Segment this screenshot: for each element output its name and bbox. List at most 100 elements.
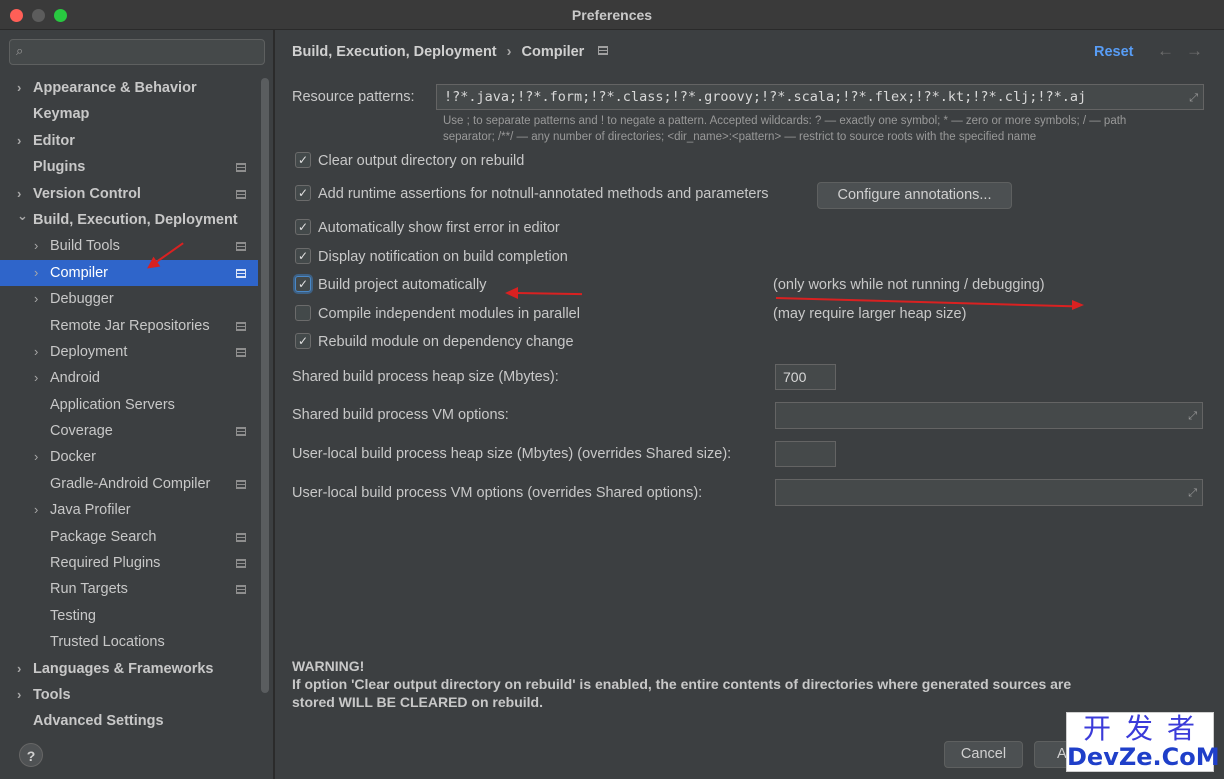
build-automatically-note: (only works while not running / debuggin… <box>773 277 1045 293</box>
expand-icon[interactable]: ⤢ <box>1188 409 1197 423</box>
chevron-right-icon[interactable]: › <box>34 260 38 286</box>
breadcrumb: Build, Execution, Deployment › Compiler <box>292 44 609 60</box>
sidebar-item-coverage[interactable]: Coverage <box>0 418 258 444</box>
sidebar-item-build-execution-deployment[interactable]: ⌄ Build, Execution, Deployment <box>0 207 258 233</box>
sidebar-item-package-search[interactable]: Package Search <box>0 524 258 550</box>
arrow-right-icon[interactable]: → <box>1186 41 1203 61</box>
settings-tree: › Appearance & Behavior Keymap › Editor Plugi… <box>0 75 258 735</box>
sidebar-scrollbar[interactable] <box>261 78 269 693</box>
sidebar-item-label: Testing <box>50 607 96 624</box>
build-automatically-label: Build project automatically <box>318 277 487 293</box>
sidebar-item-keymap[interactable]: Keymap <box>0 101 258 127</box>
resource-patterns-input[interactable]: !?*.java;!?*.form;!?*.class;!?*.groovy;!… <box>436 84 1204 110</box>
sidebar-item-android[interactable]: › Android <box>0 365 258 391</box>
reset-button[interactable]: Reset <box>1094 44 1134 60</box>
expand-icon[interactable]: ⤢ <box>1188 486 1197 500</box>
sidebar-item-gradle-android-compiler[interactable]: Gradle-Android Compiler <box>0 471 258 497</box>
chevron-right-icon[interactable]: › <box>17 682 21 708</box>
rebuild-on-dependency-checkbox[interactable]: ✓ <box>295 333 311 349</box>
chevron-right-icon[interactable]: › <box>34 444 38 470</box>
chevron-right-icon[interactable]: › <box>34 365 38 391</box>
expand-icon[interactable]: ⤢ <box>1189 91 1198 105</box>
project-scope-icon <box>236 532 246 542</box>
chevron-right-icon[interactable]: › <box>34 339 38 365</box>
help-button[interactable]: ? <box>19 743 43 767</box>
resource-patterns-label: Resource patterns: <box>292 89 415 105</box>
user-vm-input[interactable]: ⤢ <box>775 479 1203 506</box>
sidebar-item-plugins[interactable]: Plugins <box>0 154 258 180</box>
annotation-arrowhead-build-auto <box>505 287 518 299</box>
sidebar-item-java-profiler[interactable]: › Java Profiler <box>0 497 258 523</box>
sidebar-item-label: Application Servers <box>50 396 175 413</box>
search-icon: ⌕ <box>16 43 24 58</box>
search-input[interactable]: ⌕ <box>9 39 265 65</box>
shared-heap-label: Shared build process heap size (Mbytes): <box>292 369 559 385</box>
sidebar-item-deployment[interactable]: › Deployment <box>0 339 258 365</box>
annotation-arrowhead-note <box>1072 300 1084 310</box>
clear-output-label: Clear output directory on rebuild <box>318 153 525 169</box>
watermark-top-text: 开发者 <box>1082 712 1209 745</box>
project-scope-icon <box>236 347 246 357</box>
clear-output-warning: WARNING! If option 'Clear output directo… <box>292 657 1192 711</box>
sidebar-item-testing[interactable]: Testing <box>0 603 258 629</box>
breadcrumb-separator: › <box>506 44 512 60</box>
sidebar-item-tools[interactable]: › Tools <box>0 682 258 708</box>
user-heap-input[interactable] <box>775 441 836 467</box>
window-title: Preferences <box>571 7 653 23</box>
sidebar-item-label: Compiler <box>50 264 109 281</box>
project-scope-icon <box>236 427 246 437</box>
sidebar-item-label: Editor <box>33 132 75 149</box>
project-scope-icon <box>236 268 246 278</box>
sidebar-item-appearance-behavior[interactable]: › Appearance & Behavior <box>0 75 258 101</box>
cancel-button[interactable]: Cancel <box>944 741 1023 768</box>
sidebar-item-label: Tools <box>33 686 71 703</box>
configure-annotations-button[interactable]: Configure annotations... <box>817 182 1012 209</box>
chevron-down-icon[interactable]: ⌄ <box>17 203 28 229</box>
build-automatically-checkbox[interactable]: ✓ <box>295 276 311 292</box>
breadcrumb-parent[interactable]: Build, Execution, Deployment <box>292 44 497 60</box>
chevron-right-icon[interactable]: › <box>34 233 38 259</box>
sidebar-item-version-control[interactable]: › Version Control <box>0 181 258 207</box>
resource-patterns-hint: Use ; to separate patterns and ! to nega… <box>443 113 1213 145</box>
user-heap-label: User-local build process heap size (Mbyt… <box>292 446 732 462</box>
sidebar-item-trusted-locations[interactable]: Trusted Locations <box>0 629 258 655</box>
chevron-right-icon[interactable]: › <box>34 497 38 523</box>
sidebar-item-label: Android <box>50 370 100 387</box>
project-scope-icon <box>236 189 246 199</box>
sidebar-item-compiler[interactable]: › Compiler <box>0 259 258 287</box>
shared-vm-input[interactable]: ⤢ <box>775 402 1203 429</box>
sidebar-item-required-plugins[interactable]: Required Plugins <box>0 550 258 576</box>
sidebar-item-languages-frameworks[interactable]: › Languages & Frameworks <box>0 656 258 682</box>
compiler-settings-panel: Build, Execution, Deployment › Compiler Re… <box>275 30 1224 779</box>
sidebar-item-debugger[interactable]: › Debugger <box>0 286 258 312</box>
compile-parallel-label: Compile independent modules in parallel <box>318 306 580 322</box>
clear-output-checkbox[interactable]: ✓ <box>295 152 311 168</box>
user-vm-label: User-local build process VM options (ove… <box>292 485 703 501</box>
sidebar-item-label: Docker <box>50 449 96 466</box>
sidebar-item-build-tools[interactable]: › Build Tools <box>0 233 258 259</box>
sidebar-item-advanced-settings[interactable]: Advanced Settings <box>0 708 258 734</box>
sidebar-item-label: Appearance & Behavior <box>33 80 197 96</box>
project-scope-icon <box>236 242 246 252</box>
arrow-left-icon[interactable]: ← <box>1157 41 1174 61</box>
sidebar-item-docker[interactable]: › Docker <box>0 444 258 470</box>
notify-completion-checkbox[interactable]: ✓ <box>295 248 311 264</box>
shared-heap-input[interactable]: 700 <box>775 364 836 390</box>
hint-line-1: Use ; to separate patterns and ! to nega… <box>443 115 1127 127</box>
sidebar-item-application-servers[interactable]: Application Servers <box>0 392 258 418</box>
warning-title: WARNING! <box>292 658 365 674</box>
sidebar-item-editor[interactable]: › Editor <box>0 128 258 154</box>
chevron-right-icon[interactable]: › <box>17 128 21 154</box>
show-first-error-checkbox[interactable]: ✓ <box>295 219 311 235</box>
chevron-right-icon[interactable]: › <box>17 75 21 101</box>
chevron-right-icon[interactable]: › <box>34 286 38 312</box>
site-watermark: 开发者 DevZe.CoM <box>1066 712 1220 772</box>
sidebar-item-remote-jar-repositories[interactable]: Remote Jar Repositories <box>0 313 258 339</box>
chevron-right-icon[interactable]: › <box>17 656 21 682</box>
runtime-assertions-label: Add runtime assertions for notnull-annot… <box>318 186 769 202</box>
sidebar-item-run-targets[interactable]: Run Targets <box>0 576 258 602</box>
sidebar-item-label: Build, Execution, Deployment <box>33 211 238 228</box>
sidebar-item-label: Debugger <box>50 291 114 308</box>
compile-parallel-checkbox[interactable] <box>295 305 311 321</box>
runtime-assertions-checkbox[interactable]: ✓ <box>295 185 311 201</box>
